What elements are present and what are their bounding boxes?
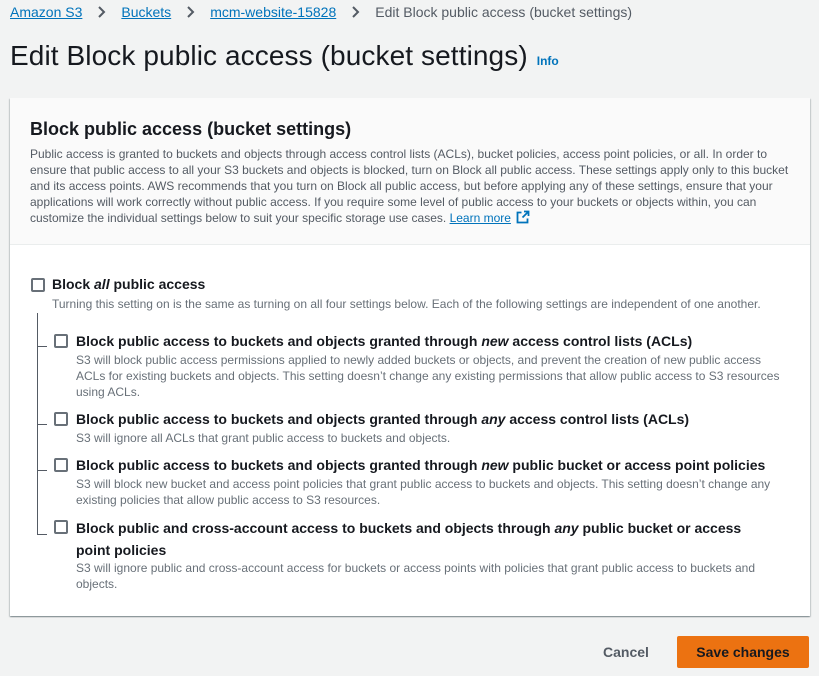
option-4-label-pre: Block public and cross-account access to… bbox=[76, 520, 555, 536]
chevron-right-icon bbox=[94, 5, 108, 19]
option-1-label[interactable]: Block public access to buckets and objec… bbox=[76, 331, 796, 351]
breadcrumb-bucket-name[interactable]: mcm-website-15828 bbox=[210, 4, 336, 20]
option-2-label-pre: Block public access to buckets and objec… bbox=[76, 411, 482, 427]
external-link-icon[interactable] bbox=[516, 210, 530, 224]
option-3-label-post: public bucket or access point policies bbox=[508, 457, 766, 473]
option-4-checkbox[interactable] bbox=[54, 520, 68, 534]
breadcrumb-buckets[interactable]: Buckets bbox=[121, 4, 171, 20]
block-all-label[interactable]: Block all public access bbox=[52, 274, 205, 294]
option-2-label-em: any bbox=[481, 411, 506, 427]
breadcrumb-amazon-s3[interactable]: Amazon S3 bbox=[10, 4, 82, 20]
option-3-label[interactable]: Block public access to buckets and objec… bbox=[76, 455, 796, 475]
option-2-label-post: access control lists (ACLs) bbox=[505, 411, 690, 427]
block-all-checkbox[interactable] bbox=[31, 278, 45, 292]
option-1-checkbox[interactable] bbox=[54, 334, 68, 348]
block-all-label-post: public access bbox=[109, 276, 206, 292]
panel-header: Block public access (bucket settings) Pu… bbox=[10, 98, 810, 245]
cancel-button[interactable]: Cancel bbox=[592, 636, 660, 668]
block-all-description: Turning this setting on is the same as t… bbox=[52, 297, 761, 311]
option-4-label-em: any bbox=[554, 520, 579, 536]
option-3-label-em: new bbox=[481, 457, 509, 473]
option-3-label-pre: Block public access to buckets and objec… bbox=[76, 457, 482, 473]
option-1-label-em: new bbox=[481, 333, 509, 349]
save-changes-button[interactable]: Save changes bbox=[677, 636, 809, 668]
chevron-right-icon bbox=[348, 5, 362, 19]
option-2-label[interactable]: Block public access to buckets and objec… bbox=[76, 409, 796, 429]
option-4-label[interactable]: Block public and cross-account access to… bbox=[76, 517, 776, 561]
breadcrumb: Amazon S3 Buckets mcm-website-15828 Edit… bbox=[10, 3, 632, 21]
option-1-label-post: access control lists (ACLs) bbox=[508, 333, 693, 349]
block-all-label-pre: Block bbox=[52, 276, 95, 292]
page-header: Edit Block public access (bucket setting… bbox=[10, 40, 559, 72]
info-link[interactable]: Info bbox=[537, 54, 559, 68]
option-3-checkbox[interactable] bbox=[54, 458, 68, 472]
block-all-label-em: all bbox=[94, 276, 110, 292]
chevron-right-icon bbox=[183, 5, 197, 19]
page-title: Edit Block public access (bucket setting… bbox=[10, 40, 528, 71]
option-1-label-pre: Block public access to buckets and objec… bbox=[76, 333, 482, 349]
option-2-checkbox[interactable] bbox=[54, 412, 68, 426]
panel-heading: Block public access (bucket settings) bbox=[30, 119, 352, 139]
panel-description-text: Public access is granted to buckets and … bbox=[30, 147, 789, 225]
breadcrumb-current: Edit Block public access (bucket setting… bbox=[375, 4, 633, 20]
learn-more-link[interactable]: Learn more bbox=[450, 211, 511, 225]
panel-description: Public access is granted to buckets and … bbox=[30, 146, 790, 226]
